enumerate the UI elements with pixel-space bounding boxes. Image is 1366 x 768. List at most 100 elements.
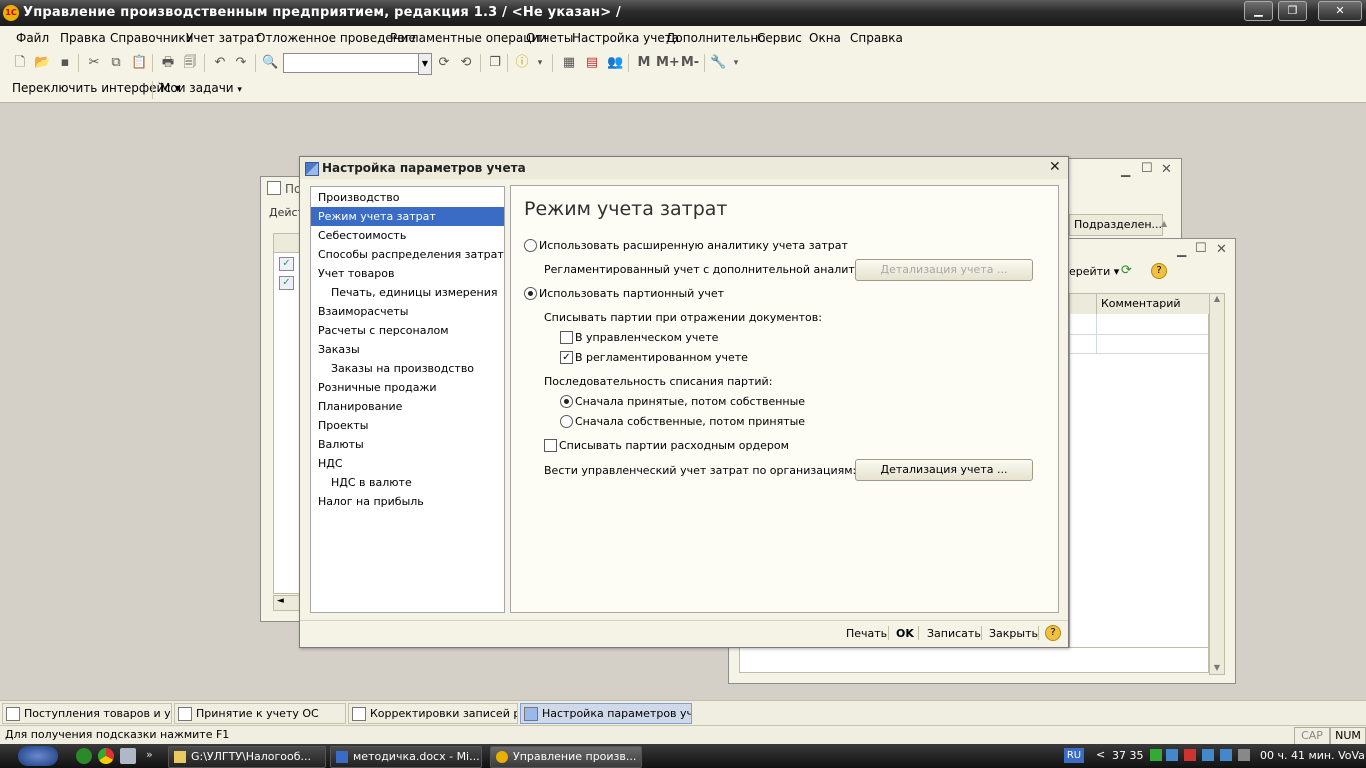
- bg-maximize-icon[interactable]: ☐: [1141, 161, 1153, 176]
- minimize-button[interactable]: ▁: [1244, 1, 1273, 21]
- save-icon[interactable]: ▪: [57, 55, 73, 71]
- taskbar-word[interactable]: методичка.docx - Mi...: [330, 746, 482, 768]
- nav-item[interactable]: Расчеты с персоналом: [311, 321, 504, 340]
- new-document-icon[interactable]: 🗋: [12, 55, 28, 71]
- nav-item[interactable]: Заказы на производство: [311, 359, 504, 378]
- nav-item[interactable]: Учет товаров: [311, 264, 504, 283]
- menu-file[interactable]: Файл: [16, 31, 49, 45]
- checkbox-expense-order[interactable]: [544, 439, 557, 452]
- menu-regulated-operations[interactable]: Регламентные операции: [390, 31, 547, 45]
- search-prev-icon[interactable]: ⟲: [458, 55, 474, 71]
- scroll-up-icon[interactable]: ▲: [1210, 294, 1224, 303]
- taskbar-explorer[interactable]: G:\УЛГТУ\Налогооб...: [168, 746, 326, 768]
- nav-item[interactable]: Розничные продажи: [311, 378, 504, 397]
- memory-plus-button[interactable]: M+: [656, 55, 680, 71]
- restore-button[interactable]: ❐: [1278, 1, 1307, 21]
- detail-accounting-button[interactable]: Детализация учета ...: [855, 459, 1033, 481]
- bg-close-icon[interactable]: ✕: [1216, 242, 1227, 257]
- windows-icon[interactable]: ❐: [487, 55, 503, 71]
- bg-goto-menu[interactable]: ерейти ▾: [1069, 265, 1119, 278]
- scroll-down-icon[interactable]: ▼: [1210, 663, 1224, 672]
- radio-own-first[interactable]: [560, 415, 573, 428]
- paste-icon[interactable]: 📋: [131, 55, 147, 71]
- radio-accepted-first[interactable]: [560, 395, 573, 408]
- chrome-icon[interactable]: [98, 748, 114, 764]
- tray-sync-icon[interactable]: [1220, 749, 1232, 761]
- window-tab-receipts[interactable]: Поступления товаров и услуг: [2, 703, 172, 724]
- language-indicator[interactable]: RU: [1064, 748, 1084, 763]
- copy-icon[interactable]: ⧉: [108, 55, 124, 71]
- tray-monitor-icon[interactable]: [1166, 749, 1178, 761]
- menu-accounting-settings[interactable]: Настройка учета: [572, 31, 679, 45]
- my-tasks-button[interactable]: Мои задачи ▾: [160, 81, 242, 95]
- redo-icon[interactable]: ↷: [233, 55, 249, 71]
- scroll-up-icon[interactable]: ▲: [1161, 214, 1175, 234]
- print-button[interactable]: Печать: [846, 627, 887, 640]
- nav-item[interactable]: Планирование: [311, 397, 504, 416]
- print-preview-icon[interactable]: 🗐: [182, 55, 198, 71]
- dialog-close-icon[interactable]: ✕: [1049, 159, 1061, 175]
- radio-extended-analytics[interactable]: [524, 239, 537, 252]
- background-window-os[interactable]: ▁ ☐ ✕ Подразделен... ▲: [1060, 158, 1182, 242]
- memory-button[interactable]: M: [636, 55, 652, 71]
- menu-catalogs[interactable]: Справочники: [110, 31, 193, 45]
- calculator-icon[interactable]: ▦: [561, 55, 577, 71]
- checkbox-expense-order-label[interactable]: Списывать партии расходным ордером: [559, 439, 789, 452]
- nav-item[interactable]: Проекты: [311, 416, 504, 435]
- close-button[interactable]: Закрыть: [989, 627, 1038, 640]
- radio-accepted-first-label[interactable]: Сначала принятые, потом собственные: [575, 395, 805, 408]
- nav-item[interactable]: Заказы: [311, 340, 504, 359]
- menu-windows[interactable]: Окна: [809, 31, 841, 45]
- detail-accounting-button-disabled[interactable]: Детализация учета ...: [855, 259, 1033, 281]
- vertical-scrollbar[interactable]: ▲ ▼: [1209, 293, 1225, 675]
- bg-close-icon[interactable]: ✕: [1161, 162, 1172, 177]
- bg-maximize-icon[interactable]: ☐: [1195, 241, 1207, 256]
- open-folder-icon[interactable]: 📂: [34, 55, 50, 71]
- window-tab-os[interactable]: Принятие к учету ОС: [174, 703, 346, 724]
- search-next-icon[interactable]: ⟳: [436, 55, 452, 71]
- tray-network-icon[interactable]: [1150, 749, 1162, 761]
- tools-icon[interactable]: 🔧: [710, 55, 726, 71]
- menu-reports[interactable]: Отчеты: [526, 31, 573, 45]
- save-button[interactable]: Записать: [927, 627, 981, 640]
- tools-dropdown-icon[interactable]: ▾: [728, 55, 744, 71]
- nav-item[interactable]: Печать, единицы измерения: [311, 283, 504, 302]
- window-tab-settings[interactable]: Настройка параметров учета: [520, 703, 692, 724]
- checkbox-regulated-accounting[interactable]: ✓: [560, 351, 573, 364]
- nav-item[interactable]: Налог на прибыль: [311, 492, 504, 511]
- checkbox-management-accounting[interactable]: [560, 331, 573, 344]
- window-tab-corrections[interactable]: Корректировки записей ре...: [348, 703, 518, 724]
- tray-display-icon[interactable]: [1202, 749, 1214, 761]
- search-dropdown-button[interactable]: ▼: [418, 53, 432, 75]
- radio-extended-analytics-label[interactable]: Использовать расширенную аналитику учета…: [539, 239, 848, 252]
- bg-minimize-icon[interactable]: ▁: [1121, 163, 1130, 177]
- users-icon[interactable]: 👥: [607, 55, 623, 71]
- app-quicklaunch-icon[interactable]: [120, 748, 136, 764]
- help-icon[interactable]: ?: [1045, 625, 1061, 641]
- nav-item[interactable]: Себестоимость: [311, 226, 504, 245]
- torrent-icon[interactable]: [76, 748, 92, 764]
- radio-party-accounting[interactable]: [524, 287, 537, 300]
- refresh-icon[interactable]: ⟳: [1121, 263, 1132, 278]
- memory-minus-button[interactable]: M-: [680, 55, 700, 71]
- search-input[interactable]: [283, 53, 419, 73]
- menu-additional[interactable]: Дополнительно: [666, 31, 766, 45]
- tray-volume-icon[interactable]: [1238, 749, 1250, 761]
- menu-cost-accounting[interactable]: Учет затрат: [186, 31, 261, 45]
- undo-icon[interactable]: ↶: [212, 55, 228, 71]
- radio-own-first-label[interactable]: Сначала собственные, потом принятые: [575, 415, 805, 428]
- menu-service[interactable]: Сервис: [757, 31, 802, 45]
- menu-edit[interactable]: Правка: [60, 31, 106, 45]
- tray-security-icon[interactable]: [1184, 749, 1196, 761]
- bg-minimize-icon[interactable]: ▁: [1177, 243, 1186, 257]
- info-dropdown-icon[interactable]: ▾: [532, 55, 548, 71]
- search-icon[interactable]: 🔍: [262, 55, 278, 71]
- calendar-icon[interactable]: ▤: [584, 55, 600, 71]
- radio-party-accounting-label[interactable]: Использовать партионный учет: [539, 287, 724, 300]
- nav-item[interactable]: Валюты: [311, 435, 504, 454]
- print-icon[interactable]: 🖶: [160, 55, 176, 71]
- help-icon[interactable]: ?: [1151, 263, 1167, 279]
- nav-item[interactable]: Производство: [311, 188, 504, 207]
- taskbar-1c[interactable]: Управление произв...: [490, 746, 642, 768]
- info-icon[interactable]: ⓘ: [514, 55, 530, 71]
